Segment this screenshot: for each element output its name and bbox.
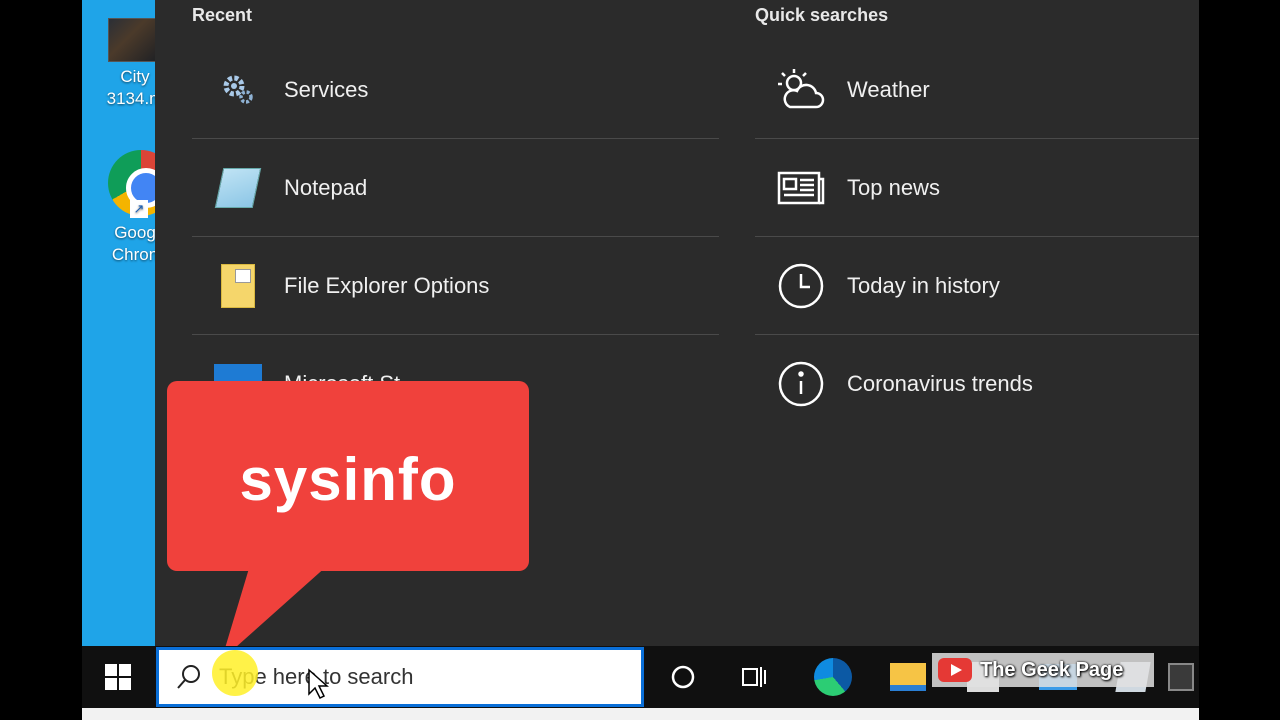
weather-icon: [778, 68, 825, 108]
search-input[interactable]: [219, 664, 619, 690]
shortcut-arrow-icon: ↗: [130, 200, 148, 218]
quick-search-label: Today in history: [847, 272, 1000, 298]
quick-search-top-news[interactable]: Top news: [755, 139, 1199, 237]
cortana-icon: [671, 665, 695, 689]
chrome-icon: ↗: [108, 150, 174, 218]
task-view-icon: [742, 667, 766, 687]
quick-search-label: Coronavirus trends: [847, 371, 1033, 396]
services-gear-icon: [223, 75, 253, 104]
terminal-icon: [1167, 663, 1194, 691]
recent-heading: Recent: [192, 5, 253, 25]
clock-icon: [778, 263, 824, 308]
task-view-button[interactable]: [719, 646, 791, 708]
quick-search-coronavirus-trends[interactable]: Coronavirus trends: [755, 335, 1199, 433]
cursor-highlight: [212, 650, 258, 696]
screen-bottom-edge: [82, 708, 1199, 720]
recent-item-label: File Explorer Options: [284, 272, 490, 298]
recent-item-file-explorer-options[interactable]: File Explorer Options: [192, 237, 719, 335]
quick-search-weather[interactable]: Weather: [755, 41, 1199, 139]
app-button[interactable]: [1162, 646, 1199, 708]
callout-text: sysinfo: [239, 446, 457, 513]
start-button[interactable]: [82, 646, 154, 708]
quick-search-today-in-history[interactable]: Today in history: [755, 237, 1199, 335]
screen: City 3134.m ↗ Goog Chron Recent Quick se…: [0, 0, 1280, 720]
quick-search-label: Top news: [847, 174, 940, 200]
info-icon: [778, 361, 824, 407]
edge-icon: [814, 658, 852, 696]
video-thumbnail-icon: [108, 18, 162, 62]
notepad-icon: [214, 167, 262, 208]
recent-item-label: Services: [284, 76, 369, 102]
quick-search-label: Weather: [847, 76, 930, 102]
edge-button[interactable]: [797, 646, 869, 708]
windows-logo-icon: [105, 664, 131, 690]
mouse-pointer-icon: [308, 668, 329, 700]
recent-item-label: Notepad: [284, 174, 368, 200]
watermark-text: The Geek Page: [980, 658, 1124, 681]
cortana-button[interactable]: [647, 646, 719, 708]
watermark: The Geek Page: [932, 653, 1154, 687]
quick-searches-heading: Quick searches: [755, 5, 889, 25]
news-icon: [777, 171, 825, 204]
recent-item-notepad[interactable]: Notepad: [192, 139, 719, 237]
folder-options-icon: [221, 263, 255, 308]
folder-icon: [890, 663, 926, 691]
recent-item-services[interactable]: Services: [192, 41, 719, 139]
search-icon: [159, 663, 219, 691]
youtube-icon: [938, 658, 972, 682]
